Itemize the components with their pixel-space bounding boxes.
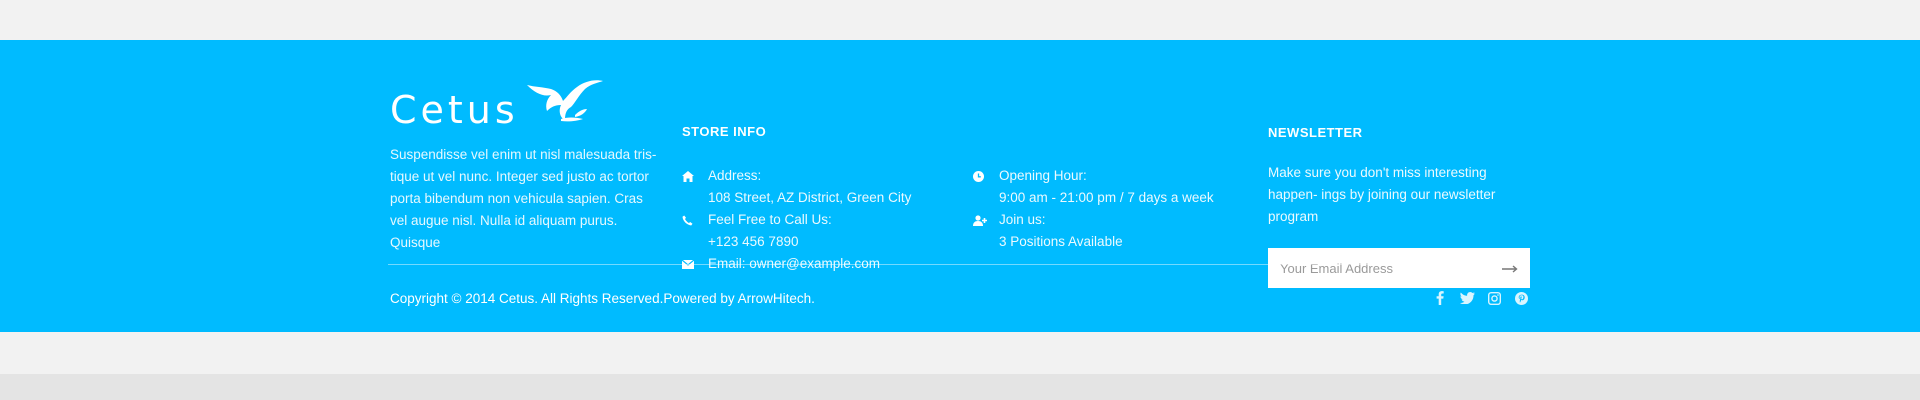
footer-divider bbox=[388, 264, 1530, 265]
facebook-icon[interactable] bbox=[1432, 290, 1448, 306]
user-plus-icon bbox=[973, 209, 999, 231]
brand-column: Cetus Suspendisse vel enim ut nisl males… bbox=[390, 80, 660, 254]
page-top-strip bbox=[0, 0, 1920, 40]
newsletter-description: Make sure you don't miss interesting hap… bbox=[1268, 165, 1496, 224]
address-value: 108 Street, AZ District, Green City bbox=[708, 190, 912, 205]
address-label: Address: bbox=[708, 168, 762, 183]
newsletter-form bbox=[1268, 248, 1530, 288]
social-links bbox=[1432, 290, 1529, 306]
opening-hour-row: Opening Hour: 9:00 am - 21:00 pm / 7 day… bbox=[973, 165, 1253, 209]
logo-text: Cetus bbox=[390, 88, 519, 132]
address-row: Address: 108 Street, AZ District, Green … bbox=[682, 165, 962, 209]
page-bottom-bar bbox=[0, 374, 1920, 400]
instagram-icon[interactable] bbox=[1486, 290, 1502, 306]
join-us-value[interactable]: 3 Positions Available bbox=[999, 231, 1123, 253]
whale-tail-logo-icon bbox=[525, 79, 603, 130]
join-us-row: Join us: 3 Positions Available bbox=[973, 209, 1253, 253]
store-info-title: STORE INFO bbox=[682, 124, 767, 139]
hours-title-spacer bbox=[973, 124, 1253, 139]
site-footer: Cetus Suspendisse vel enim ut nisl males… bbox=[0, 40, 1920, 332]
opening-hour-label: Opening Hour: bbox=[999, 168, 1087, 183]
newsletter-email-input[interactable] bbox=[1268, 248, 1490, 288]
newsletter-title: NEWSLETTER bbox=[1268, 125, 1363, 140]
pinterest-icon[interactable] bbox=[1513, 290, 1529, 306]
opening-hour-value: 9:00 am - 21:00 pm / 7 days a week bbox=[999, 190, 1214, 205]
newsletter-column: NEWSLETTER Make sure you don't miss inte… bbox=[1268, 80, 1530, 288]
store-info-column: STORE INFO Address: 108 Street, AZ Distr… bbox=[682, 80, 962, 275]
page-bottom-strip bbox=[0, 332, 1920, 374]
store-info-list: Address: 108 Street, AZ District, Green … bbox=[682, 165, 962, 275]
phone-label: Feel Free to Call Us: bbox=[708, 212, 832, 227]
home-icon bbox=[682, 165, 708, 187]
twitter-icon[interactable] bbox=[1459, 290, 1475, 306]
join-us-label: Join us: bbox=[999, 212, 1046, 227]
phone-icon bbox=[682, 209, 708, 231]
arrow-right-icon bbox=[1502, 261, 1518, 276]
brand-description: Suspendisse vel enim ut nisl malesuada t… bbox=[390, 147, 657, 250]
hours-column: Opening Hour: 9:00 am - 21:00 pm / 7 day… bbox=[973, 80, 1253, 253]
logo[interactable]: Cetus bbox=[390, 80, 660, 130]
newsletter-submit-button[interactable] bbox=[1490, 248, 1530, 288]
phone-row: Feel Free to Call Us: +123 456 7890 bbox=[682, 209, 962, 253]
phone-value[interactable]: +123 456 7890 bbox=[708, 231, 832, 253]
hours-list: Opening Hour: 9:00 am - 21:00 pm / 7 day… bbox=[973, 165, 1253, 253]
copyright-text: Copyright © 2014 Cetus. All Rights Reser… bbox=[390, 291, 815, 306]
clock-icon bbox=[973, 165, 999, 187]
